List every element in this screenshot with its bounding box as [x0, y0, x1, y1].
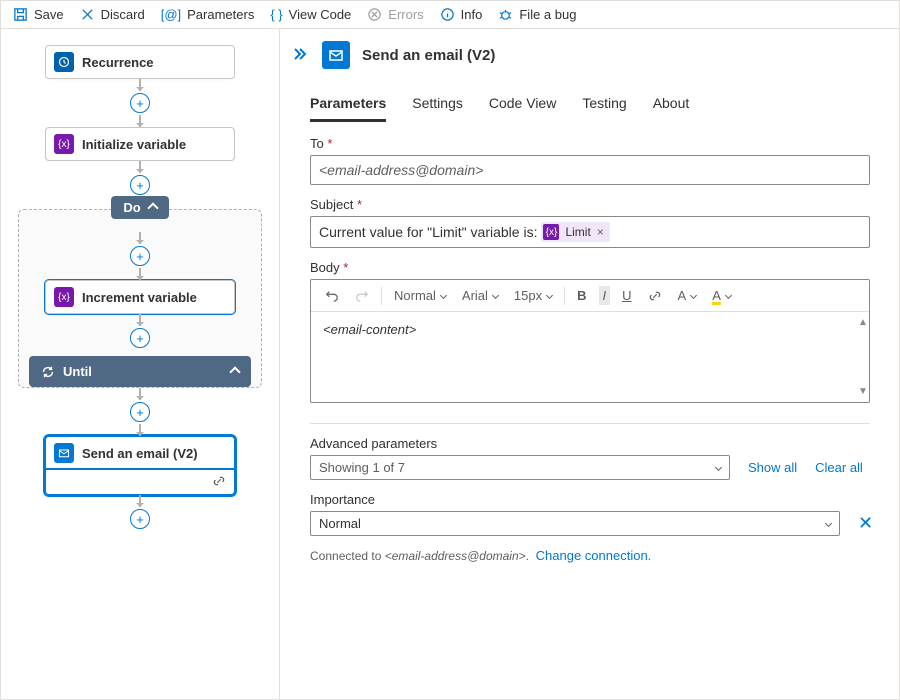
to-input[interactable]: <email-address@domain> — [310, 155, 870, 185]
connector — [139, 424, 141, 436]
chevron-up-icon — [147, 202, 158, 213]
save-button[interactable]: Save — [13, 7, 64, 22]
loop-until-footer[interactable]: Until — [29, 356, 251, 387]
editor-toolbar: Normal Arial 15px B I U A A — [311, 280, 869, 312]
add-step-button[interactable]: + — [130, 175, 150, 195]
loop-icon — [41, 365, 55, 379]
style-select[interactable]: Normal — [390, 286, 450, 305]
variable-icon: {x} — [543, 224, 559, 240]
bold-button[interactable]: B — [573, 286, 590, 305]
loop-do-header[interactable]: Do — [111, 196, 168, 219]
node-send-email[interactable]: Send an email (V2) — [45, 436, 235, 470]
connector — [139, 232, 141, 244]
add-step-button[interactable]: + — [130, 93, 150, 113]
at-icon: [@] — [161, 7, 181, 22]
panel-tabs: Parameters Settings Code View Testing Ab… — [280, 77, 899, 122]
underline-button[interactable]: U — [618, 286, 635, 305]
variable-icon: {x} — [54, 134, 74, 154]
importance-label: Importance — [310, 492, 883, 507]
viewcode-button[interactable]: { } View Code — [270, 7, 351, 22]
details-panel: Send an email (V2) Parameters Settings C… — [279, 29, 899, 699]
collapse-panel-button[interactable] — [294, 46, 310, 65]
info-button[interactable]: Info — [440, 7, 483, 22]
body-label: Body * — [310, 260, 883, 275]
error-icon — [367, 7, 382, 22]
font-color-button[interactable]: A — [674, 286, 701, 305]
node-init-variable[interactable]: {x} Initialize variable — [45, 127, 235, 161]
clock-icon — [54, 52, 74, 72]
designer-canvas[interactable]: Recurrence + {x} Initialize variable + D… — [1, 29, 279, 699]
redo-button — [351, 287, 373, 305]
panel-title: Send an email (V2) — [362, 47, 495, 64]
body-textarea[interactable]: <email-content> ▲▼ — [311, 312, 869, 402]
clear-all-link[interactable]: Clear all — [815, 460, 863, 475]
connector — [139, 314, 141, 326]
fontsize-select[interactable]: 15px — [510, 286, 556, 305]
font-select[interactable]: Arial — [458, 286, 502, 305]
body-editor: Normal Arial 15px B I U A A <ema — [310, 279, 870, 403]
variable-icon: {x} — [54, 287, 74, 307]
italic-button[interactable]: I — [599, 286, 611, 305]
tab-codeview[interactable]: Code View — [489, 89, 556, 122]
bug-icon — [498, 7, 513, 22]
link-icon — [212, 474, 234, 491]
toolbar: Save Discard [@] Parameters { } View Cod… — [1, 1, 899, 29]
info-icon — [440, 7, 455, 22]
node-increment-variable[interactable]: {x} Increment variable — [45, 280, 235, 314]
to-label: To * — [310, 136, 883, 151]
show-all-link[interactable]: Show all — [748, 460, 797, 475]
errors-button: Errors — [367, 7, 423, 22]
connector — [139, 79, 141, 91]
discard-button[interactable]: Discard — [80, 7, 145, 22]
connector — [139, 268, 141, 280]
subject-input[interactable]: Current value for "Limit" variable is: {… — [310, 216, 870, 248]
parameters-button[interactable]: [@] Parameters — [161, 7, 255, 22]
connection-info: Connected to <email-address@domain>. Cha… — [310, 548, 883, 563]
highlight-button[interactable]: A — [708, 286, 735, 305]
tab-parameters[interactable]: Parameters — [310, 89, 386, 122]
tab-testing[interactable]: Testing — [582, 89, 626, 122]
remove-token-button[interactable]: × — [597, 225, 604, 239]
subject-label: Subject * — [310, 197, 883, 212]
connector — [139, 115, 141, 127]
connector — [139, 388, 141, 400]
node-recurrence[interactable]: Recurrence — [45, 45, 235, 79]
remove-param-button[interactable]: ✕ — [858, 513, 873, 534]
close-icon — [80, 7, 95, 22]
chevron-up-icon — [229, 366, 240, 377]
chevron-down-icon — [825, 520, 832, 527]
editor-scrollbar[interactable]: ▲▼ — [858, 317, 866, 397]
connector — [139, 495, 141, 507]
outlook-icon — [54, 443, 74, 463]
advanced-label: Advanced parameters — [310, 436, 883, 451]
add-step-button[interactable]: + — [130, 402, 150, 422]
tab-about[interactable]: About — [653, 89, 690, 122]
braces-icon: { } — [270, 7, 282, 22]
advanced-params-select[interactable]: Showing 1 of 7 — [310, 455, 730, 480]
until-loop[interactable]: Do + {x} Increment variable + Until — [18, 209, 262, 388]
importance-select[interactable]: Normal — [310, 511, 840, 536]
link-button[interactable] — [644, 287, 666, 305]
change-connection-link[interactable]: Change connection. — [536, 548, 652, 563]
add-step-button[interactable]: + — [130, 509, 150, 529]
save-icon — [13, 7, 28, 22]
divider — [310, 423, 870, 424]
bug-button[interactable]: File a bug — [498, 7, 576, 22]
variable-token-limit[interactable]: {x} Limit × — [541, 222, 609, 242]
tab-settings[interactable]: Settings — [412, 89, 463, 122]
add-step-button[interactable]: + — [130, 328, 150, 348]
node-send-email-connection[interactable] — [45, 470, 235, 495]
connector — [139, 161, 141, 173]
undo-button[interactable] — [321, 287, 343, 305]
outlook-icon — [322, 41, 350, 69]
add-step-button[interactable]: + — [130, 246, 150, 266]
chevron-down-icon — [715, 464, 722, 471]
